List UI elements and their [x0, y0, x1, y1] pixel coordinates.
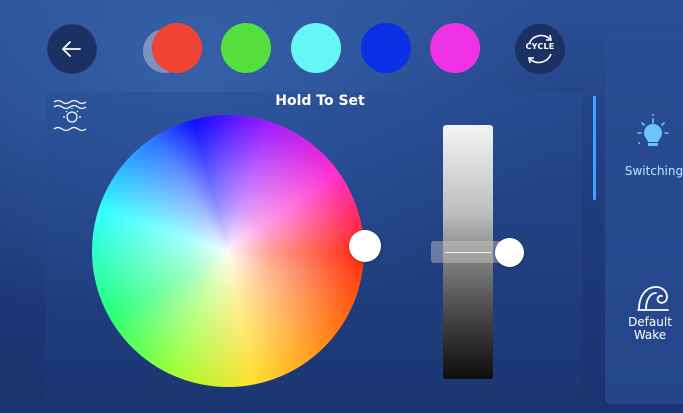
side-menu — [605, 28, 683, 404]
sunrise-lamp-icon[interactable] — [50, 96, 94, 136]
color-wheel[interactable] — [92, 115, 364, 387]
color-wheel-handle[interactable] — [349, 230, 381, 262]
cycle-label: CYCLE — [525, 42, 555, 51]
back-button[interactable] — [47, 24, 97, 74]
wave-icon[interactable] — [636, 282, 670, 312]
default-wake-label-text: Default Wake — [628, 315, 672, 342]
arrow-left-icon — [62, 41, 81, 57]
color-swatch-green[interactable] — [221, 23, 271, 73]
bulb-icon[interactable] — [634, 113, 672, 153]
color-swatch-blue[interactable] — [361, 23, 411, 73]
scroll-indicator — [593, 96, 596, 200]
color-swatch-red[interactable] — [152, 23, 202, 73]
default-wake-label[interactable]: Default Wake — [620, 316, 680, 342]
brightness-slider-handle[interactable] — [495, 238, 524, 267]
color-swatch-cyan[interactable] — [291, 23, 341, 73]
color-control-screen: CYCLE Hold To Set Switching Default Wake — [0, 0, 683, 413]
color-wheel-gradient[interactable] — [92, 115, 364, 387]
color-panel: CYCLE Hold To Set — [0, 0, 585, 413]
cycle-button[interactable]: CYCLE — [515, 24, 565, 74]
switching-label[interactable]: Switching — [619, 165, 683, 178]
color-swatch-magenta[interactable] — [430, 23, 480, 73]
brightness-indicator-line — [445, 252, 491, 253]
page-title: Hold To Set — [275, 93, 365, 109]
